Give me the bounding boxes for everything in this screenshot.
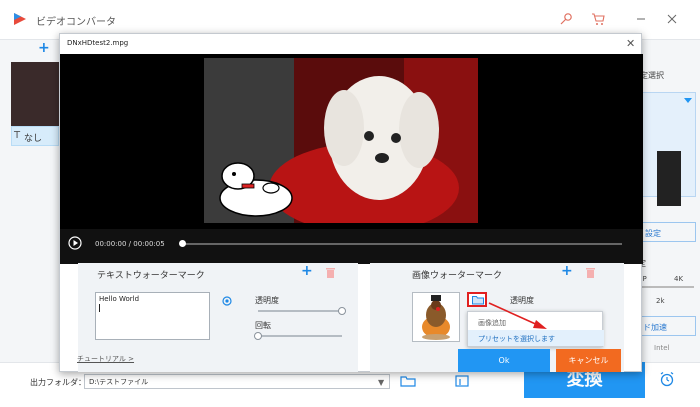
hardware-accel-label: ド加速: [643, 323, 667, 332]
chevron-down-icon: [684, 98, 692, 103]
seek-knob[interactable]: [179, 240, 186, 247]
open-folder-icon[interactable]: [400, 374, 416, 388]
app-logo-icon: [14, 13, 26, 25]
text-opacity-label: 透明度: [255, 296, 279, 305]
cancel-button[interactable]: キャンセル: [556, 349, 621, 372]
text-rotation-slider[interactable]: [258, 335, 342, 337]
text-opacity-knob[interactable]: [338, 307, 346, 315]
add-file-icon[interactable]: +: [38, 40, 50, 56]
dialog-title: DNxHDtest2.mpg: [67, 39, 129, 47]
output-folder-field[interactable]: D:\テストファイル: [84, 374, 390, 389]
quality-max-label: 4K: [674, 275, 684, 283]
quality-slider[interactable]: [638, 286, 694, 288]
minimize-icon[interactable]: [633, 12, 649, 26]
add-text-watermark-icon[interactable]: +: [301, 263, 313, 279]
cart-icon[interactable]: [591, 12, 605, 26]
video-preview: 00:00:00 / 00:00:05: [60, 54, 643, 264]
open-image-menu-button[interactable]: [467, 292, 487, 307]
tutorial-link[interactable]: チュートリアル >: [77, 354, 134, 364]
image-options-menu: 画像追加 プリセットを選択します: [467, 311, 604, 347]
trash-icon[interactable]: [326, 267, 335, 278]
quality-value: 2k: [656, 297, 665, 305]
close-window-icon[interactable]: [664, 12, 680, 26]
intel-badge: Intel: [654, 344, 670, 352]
folder-icon: [472, 296, 484, 305]
menu-item-add-image[interactable]: 画像追加: [468, 314, 604, 330]
output-folder-label: 出力フォルダ：: [30, 378, 86, 387]
format-select-label: 定選択: [640, 71, 664, 80]
font-settings-icon[interactable]: [222, 296, 232, 306]
text-watermark-title: テキストウォーターマーク: [97, 271, 205, 281]
menu-item-select-preset[interactable]: プリセットを選択します: [468, 330, 604, 346]
text-rotation-knob[interactable]: [254, 332, 262, 340]
trash-icon[interactable]: [586, 267, 595, 278]
turkey-image: [422, 295, 450, 340]
text-icon: T: [14, 130, 21, 141]
subtitle-label: なし: [24, 134, 43, 144]
cartoon-dog-watermark: [219, 162, 293, 217]
format-preview-box[interactable]: [638, 92, 696, 206]
video-frame: [204, 58, 478, 223]
watermark-text-value: Hello World: [99, 295, 140, 303]
subtitle-selector[interactable]: T なし: [11, 126, 59, 146]
watermark-image-thumbnail[interactable]: [412, 292, 460, 342]
key-icon[interactable]: [559, 12, 573, 26]
text-rotation-label: 回転: [255, 321, 271, 330]
app-title: ビデオコンバータ: [36, 17, 116, 28]
alarm-clock-icon[interactable]: [659, 371, 675, 387]
close-icon[interactable]: ✕: [626, 37, 635, 50]
video-controls: 00:00:00 / 00:00:05: [60, 229, 643, 264]
output-list-icon[interactable]: [454, 374, 470, 388]
format-preview-image: [657, 151, 681, 206]
play-icon[interactable]: [68, 236, 82, 250]
seek-bar[interactable]: [182, 243, 622, 245]
text-opacity-slider[interactable]: [258, 310, 342, 312]
ok-button[interactable]: Ok: [458, 349, 550, 372]
time-display: 00:00:00 / 00:00:05: [95, 240, 165, 248]
text-cursor: [99, 304, 100, 312]
watermark-text-input[interactable]: Hello World: [95, 292, 210, 340]
chevron-down-icon[interactable]: ▼: [378, 378, 384, 387]
settings-button[interactable]: 設定: [638, 222, 696, 242]
settings-button-label: 設定: [645, 229, 661, 238]
video-thumbnail[interactable]: [11, 62, 59, 126]
hardware-accel-button[interactable]: ド加速: [638, 316, 696, 336]
add-image-watermark-icon[interactable]: +: [561, 263, 573, 279]
image-watermark-title: 画像ウォーターマーク: [412, 271, 503, 281]
image-opacity-label: 透明度: [510, 296, 534, 305]
